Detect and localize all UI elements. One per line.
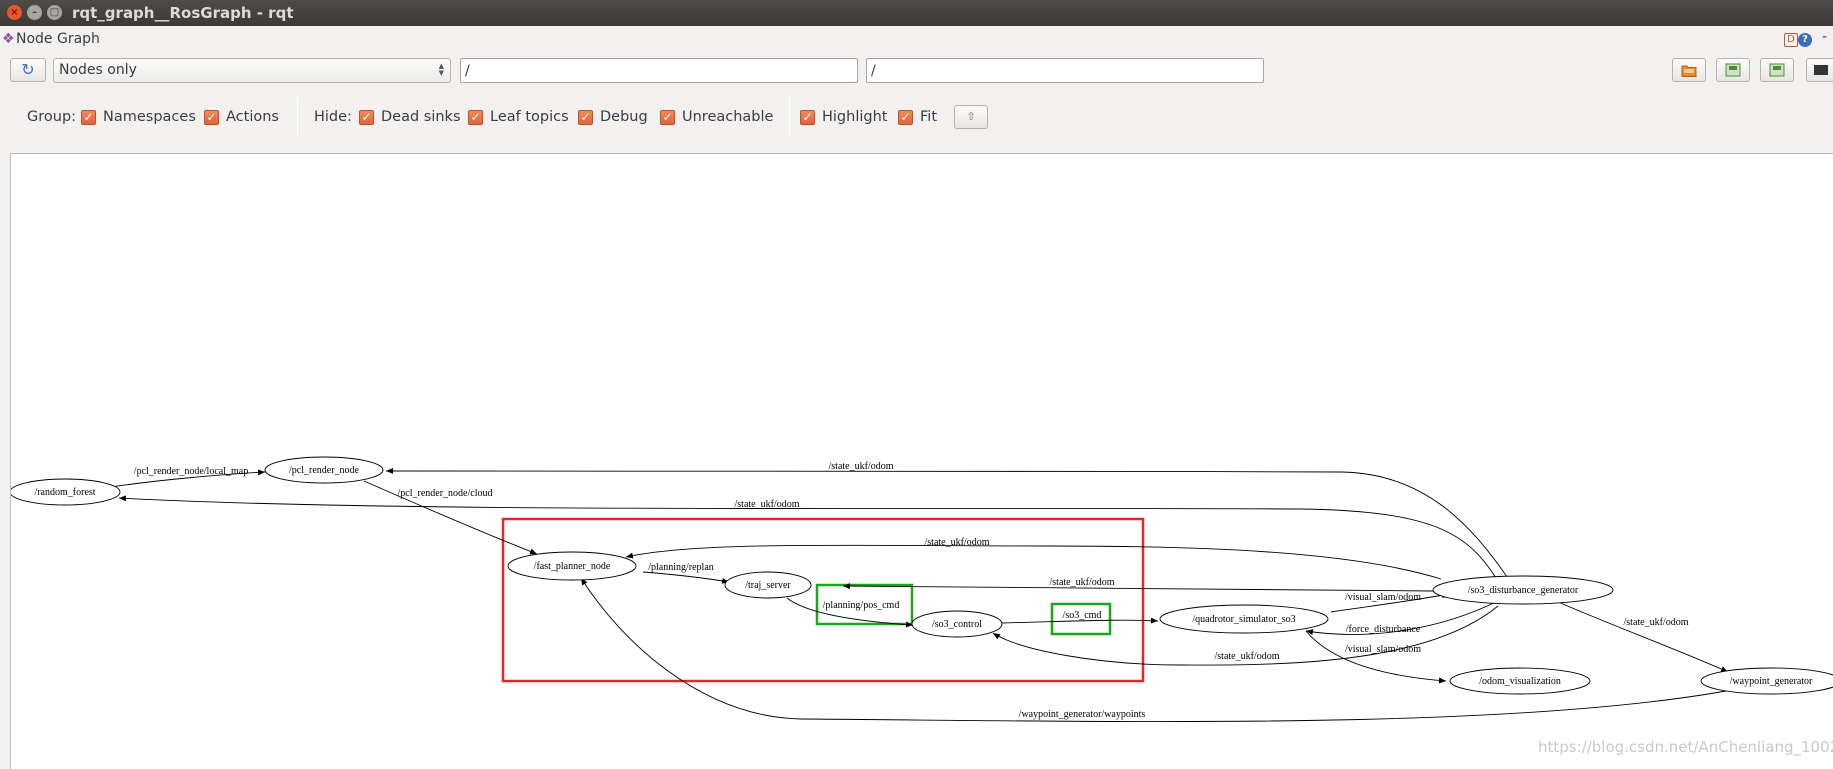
separator <box>297 97 298 137</box>
namespace-filter-input[interactable] <box>460 58 858 83</box>
save-svg-icon <box>1769 63 1785 77</box>
save-dot-button[interactable] <box>1716 58 1750 82</box>
minimize-plugin-icon[interactable]: - <box>1822 29 1827 45</box>
edge-label: /force_disturbance <box>1346 624 1421 635</box>
edge-label: /pcl_render_node/cloud <box>398 488 493 499</box>
save-dot-icon <box>1725 63 1741 77</box>
edge-label: /visual_slam/odom <box>1345 644 1421 655</box>
fit-checkbox[interactable]: ✓ <box>898 110 913 125</box>
separator <box>789 97 790 137</box>
namespaces-label: Namespaces <box>103 109 196 125</box>
debug-plugin-icon[interactable]: D <box>1784 33 1798 47</box>
edge-label: /visual_slam/odom <box>1345 592 1421 603</box>
window-title: rqt_graph__RosGraph - rqt <box>72 4 294 22</box>
graph-mode-select[interactable]: Nodes only ▲ ▼ <box>53 58 451 83</box>
plugin-header-buttons: D? <box>1784 31 1812 47</box>
maximize-window-icon[interactable]: □ <box>47 5 62 20</box>
namespaces-checkbox[interactable]: ✓ <box>81 110 96 125</box>
fit-view-icon: ⇧ <box>966 110 976 123</box>
edge-label: /state_ukf/odom <box>925 537 990 548</box>
select-arrows-icon: ▲ ▼ <box>438 62 444 77</box>
graph-mode-selected: Nodes only <box>59 62 137 78</box>
edge-replan[interactable] <box>642 571 730 584</box>
highlight-checkbox[interactable]: ✓ <box>800 110 815 125</box>
topic-filter-input[interactable] <box>866 58 1264 83</box>
edge-label: /state_ukf/odom <box>1624 617 1689 628</box>
save-svg-button[interactable] <box>1760 58 1794 82</box>
highlight-label: Highlight <box>822 109 888 125</box>
dead-sinks-checkbox[interactable]: ✓ <box>359 110 374 125</box>
save-image-button[interactable] <box>1806 58 1833 82</box>
hide-label: Hide: <box>314 109 352 125</box>
node-label: /fast_planner_node <box>534 561 611 572</box>
node-label: /quadrotor_simulator_so3 <box>1192 614 1295 625</box>
edge-label: /state_ukf/odom <box>829 461 894 472</box>
graph-canvas[interactable]: /random_forest /pcl_render_node /fast_pl… <box>10 153 1833 769</box>
load-dot-button[interactable] <box>1672 58 1706 82</box>
group-label: Group: <box>27 109 77 125</box>
fit-label: Fit <box>920 109 937 125</box>
edge-state-ukf-traj[interactable] <box>842 583 1434 592</box>
node-label: /so3_control <box>932 619 982 630</box>
node-label: /odom_visualization <box>1479 676 1561 687</box>
refresh-icon: ↻ <box>21 60 35 79</box>
actions-label: Actions <box>226 109 279 125</box>
graph-plugin-icon: ❖ <box>2 31 15 47</box>
node-label: /traj_server <box>745 580 791 591</box>
edge-label: /so3_cmd <box>1063 610 1102 621</box>
node-label: /pcl_render_node <box>289 465 360 476</box>
edge-label: /state_ukf/odom <box>735 499 800 510</box>
ros-graph[interactable]: /random_forest /pcl_render_node /fast_pl… <box>11 154 1833 769</box>
options-row: Group: ✓ Namespaces ✓ Actions Hide: ✓ De… <box>0 106 1833 130</box>
edge-label: /planning/pos_cmd <box>823 600 900 611</box>
plugin-header: ❖ Node Graph D? - <box>0 28 1833 52</box>
debug-checkbox[interactable]: ✓ <box>578 110 593 125</box>
node-label: /waypoint_generator <box>1730 676 1813 687</box>
unreachable-label: Unreachable <box>682 109 774 125</box>
close-window-icon[interactable]: × <box>7 5 22 20</box>
window-titlebar: × – □ rqt_graph__RosGraph - rqt <box>0 0 1833 26</box>
edge-label: /planning/replan <box>648 562 714 573</box>
watermark: https://blog.csdn.net/AnChenliang_1002 <box>1538 738 1833 756</box>
actions-checkbox[interactable]: ✓ <box>204 110 219 125</box>
debug-label: Debug <box>600 109 648 125</box>
minimize-window-icon[interactable]: – <box>27 5 42 20</box>
node-label: /so3_disturbance_generator <box>1468 585 1579 596</box>
edge-label: /waypoint_generator/waypoints <box>1019 709 1146 720</box>
screen-icon <box>1814 65 1828 75</box>
leaf-topics-label: Leaf topics <box>490 109 569 125</box>
edge-label: /state_ukf/odom <box>1215 651 1280 662</box>
edge-label: /state_ukf/odom <box>1050 577 1115 588</box>
node-label: /random_forest <box>34 487 95 498</box>
edge-label: /pcl_render_node/local_map <box>134 466 248 477</box>
fit-view-button[interactable]: ⇧ <box>954 105 988 129</box>
help-icon[interactable]: ? <box>1798 33 1812 47</box>
plugin-title: Node Graph <box>16 31 100 47</box>
leaf-topics-checkbox[interactable]: ✓ <box>468 110 483 125</box>
refresh-button[interactable]: ↻ <box>10 58 46 82</box>
folder-icon <box>1681 65 1697 77</box>
dead-sinks-label: Dead sinks <box>381 109 461 125</box>
edge-state-ukf-forest[interactable] <box>118 495 1502 587</box>
edge-state-ukf-waypoint[interactable] <box>1555 600 1729 673</box>
edge-visual-slam-2[interactable] <box>1305 630 1447 684</box>
unreachable-checkbox[interactable]: ✓ <box>660 110 675 125</box>
